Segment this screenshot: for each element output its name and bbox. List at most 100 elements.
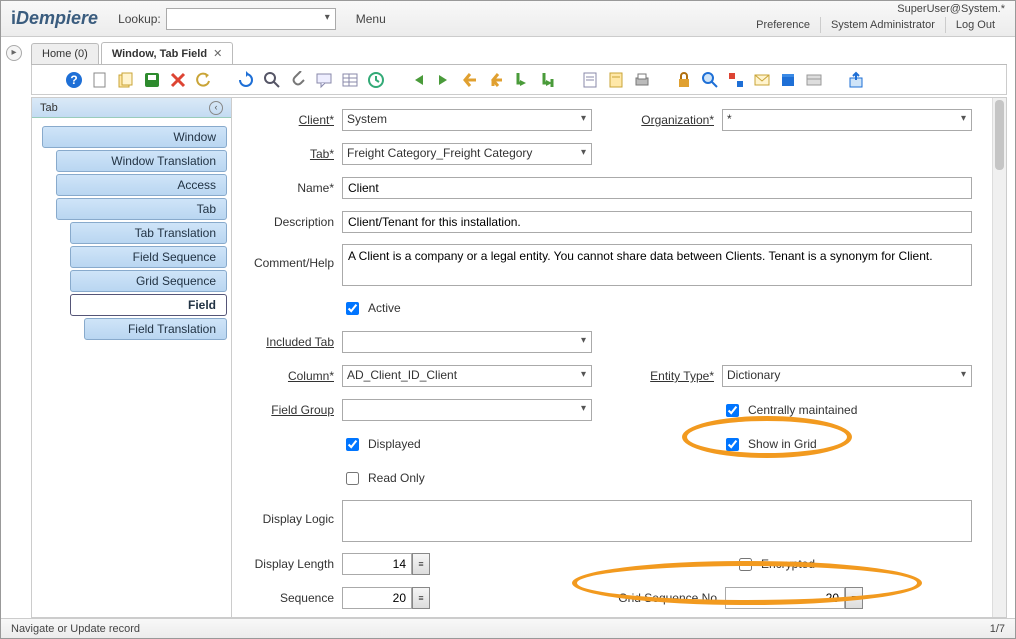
- displaylength-label: Display Length: [246, 557, 342, 571]
- save-icon[interactable]: [142, 70, 162, 90]
- logout-link[interactable]: Log Out: [945, 17, 1005, 33]
- sequence-stepper[interactable]: ≡: [412, 587, 430, 609]
- encrypted-checkbox[interactable]: [739, 558, 752, 571]
- description-input[interactable]: [342, 211, 972, 233]
- column-select[interactable]: AD_Client_ID_Client: [342, 365, 592, 387]
- tab-window-tab-field[interactable]: Window, Tab Field✕: [101, 42, 233, 64]
- report-icon[interactable]: [580, 70, 600, 90]
- tree-item-access[interactable]: Access: [56, 174, 227, 196]
- entitytype-select[interactable]: Dictionary: [722, 365, 972, 387]
- zoom-icon[interactable]: [700, 70, 720, 90]
- comment-label: Comment/Help: [246, 244, 342, 270]
- organization-select[interactable]: *: [722, 109, 972, 131]
- last-icon[interactable]: [538, 70, 558, 90]
- name-input[interactable]: [342, 177, 972, 199]
- find-icon[interactable]: [262, 70, 282, 90]
- showingrid-label: Show in Grid: [748, 437, 817, 451]
- tab-home[interactable]: Home (0): [31, 43, 99, 64]
- lookup-label: Lookup:: [118, 12, 161, 26]
- attachment-icon[interactable]: [288, 70, 308, 90]
- client-label[interactable]: Client*: [246, 113, 342, 127]
- new-icon[interactable]: [90, 70, 110, 90]
- tab-label[interactable]: Tab*: [246, 147, 342, 161]
- readonly-checkbox[interactable]: [346, 472, 359, 485]
- parent-prev-icon[interactable]: [408, 70, 428, 90]
- tree-title: Tab: [40, 102, 58, 114]
- sequence-label: Sequence: [246, 591, 342, 605]
- tree-item-window[interactable]: Window: [42, 126, 227, 148]
- organization-label[interactable]: Organization*: [632, 113, 722, 127]
- tree-item-tab-translation[interactable]: Tab Translation: [70, 222, 227, 244]
- gap-icon: [38, 70, 58, 90]
- showingrid-checkbox[interactable]: [726, 438, 739, 451]
- grid-icon[interactable]: [340, 70, 360, 90]
- displaylogic-label: Display Logic: [246, 500, 342, 526]
- role-link[interactable]: System Administrator: [820, 17, 945, 33]
- toolbar: ?: [31, 65, 1007, 95]
- tree-item-tab[interactable]: Tab: [56, 198, 227, 220]
- entitytype-label[interactable]: Entity Type*: [632, 369, 722, 383]
- refresh-icon[interactable]: [236, 70, 256, 90]
- preference-link[interactable]: Preference: [746, 17, 820, 33]
- menu-link[interactable]: Menu: [356, 12, 386, 26]
- side-expand-button[interactable]: ▸: [6, 45, 22, 61]
- readonly-label: Read Only: [368, 471, 425, 485]
- delete-icon[interactable]: [168, 70, 188, 90]
- displaylength-stepper[interactable]: ≡: [412, 553, 430, 575]
- form-scrollbar[interactable]: [992, 98, 1006, 617]
- client-select[interactable]: System: [342, 109, 592, 131]
- requests-icon[interactable]: [752, 70, 772, 90]
- tree-item-grid-sequence[interactable]: Grid Sequence: [70, 270, 227, 292]
- displaylogic-textarea[interactable]: [342, 500, 972, 542]
- includedtab-label[interactable]: Included Tab: [246, 335, 342, 349]
- undo-icon[interactable]: [194, 70, 214, 90]
- archive-icon[interactable]: [606, 70, 626, 90]
- centrally-checkbox[interactable]: [726, 404, 739, 417]
- gridseqno-input[interactable]: [725, 587, 845, 609]
- tree-item-window-translation[interactable]: Window Translation: [56, 150, 227, 172]
- centrally-label: Centrally maintained: [748, 403, 857, 417]
- gridseqno-stepper[interactable]: ≡: [845, 587, 863, 609]
- lock-icon[interactable]: [674, 70, 694, 90]
- fieldgroup-label[interactable]: Field Group: [246, 403, 342, 417]
- close-icon[interactable]: ✕: [213, 47, 222, 60]
- lookup-input[interactable]: [166, 8, 336, 30]
- comment-textarea[interactable]: [342, 244, 972, 286]
- history-icon[interactable]: [366, 70, 386, 90]
- parent-next-icon[interactable]: [434, 70, 454, 90]
- first-icon[interactable]: [460, 70, 480, 90]
- main-tabs: Home (0) Window, Tab Field✕: [31, 41, 1007, 65]
- gridseqno-label: Grid Sequence No: [595, 591, 725, 605]
- tree-item-field-translation[interactable]: Field Translation: [84, 318, 227, 340]
- active-label: Active: [368, 301, 401, 315]
- tree-item-field[interactable]: Field: [70, 294, 227, 316]
- prev-icon[interactable]: [486, 70, 506, 90]
- encrypted-label: Encrypted: [761, 557, 815, 571]
- next-icon[interactable]: [512, 70, 532, 90]
- product-icon[interactable]: [778, 70, 798, 90]
- tree-item-field-sequence[interactable]: Field Sequence: [70, 246, 227, 268]
- help-icon[interactable]: ?: [64, 70, 84, 90]
- copy-icon[interactable]: [116, 70, 136, 90]
- print-icon[interactable]: [632, 70, 652, 90]
- svg-text:?: ?: [70, 73, 77, 87]
- active-wf-icon[interactable]: [726, 70, 746, 90]
- includedtab-select[interactable]: [342, 331, 592, 353]
- displayed-checkbox[interactable]: [346, 438, 359, 451]
- user-context: SuperUser@System.*: [746, 3, 1005, 15]
- customize-icon[interactable]: [804, 70, 824, 90]
- displaylength-input[interactable]: [342, 553, 412, 575]
- active-checkbox[interactable]: [346, 302, 359, 315]
- name-label: Name*: [246, 181, 342, 195]
- app-logo: iiDempiereDempiere: [11, 8, 98, 29]
- status-bar: Navigate or Update record 1/7: [1, 618, 1015, 638]
- status-message: Navigate or Update record: [11, 623, 140, 635]
- tree-collapse-button[interactable]: ‹: [209, 101, 223, 115]
- record-counter: 1/7: [990, 623, 1005, 635]
- tab-select[interactable]: Freight Category_Freight Category: [342, 143, 592, 165]
- export-icon[interactable]: [846, 70, 866, 90]
- chat-icon[interactable]: [314, 70, 334, 90]
- sequence-input[interactable]: [342, 587, 412, 609]
- column-label[interactable]: Column*: [246, 369, 342, 383]
- fieldgroup-select[interactable]: [342, 399, 592, 421]
